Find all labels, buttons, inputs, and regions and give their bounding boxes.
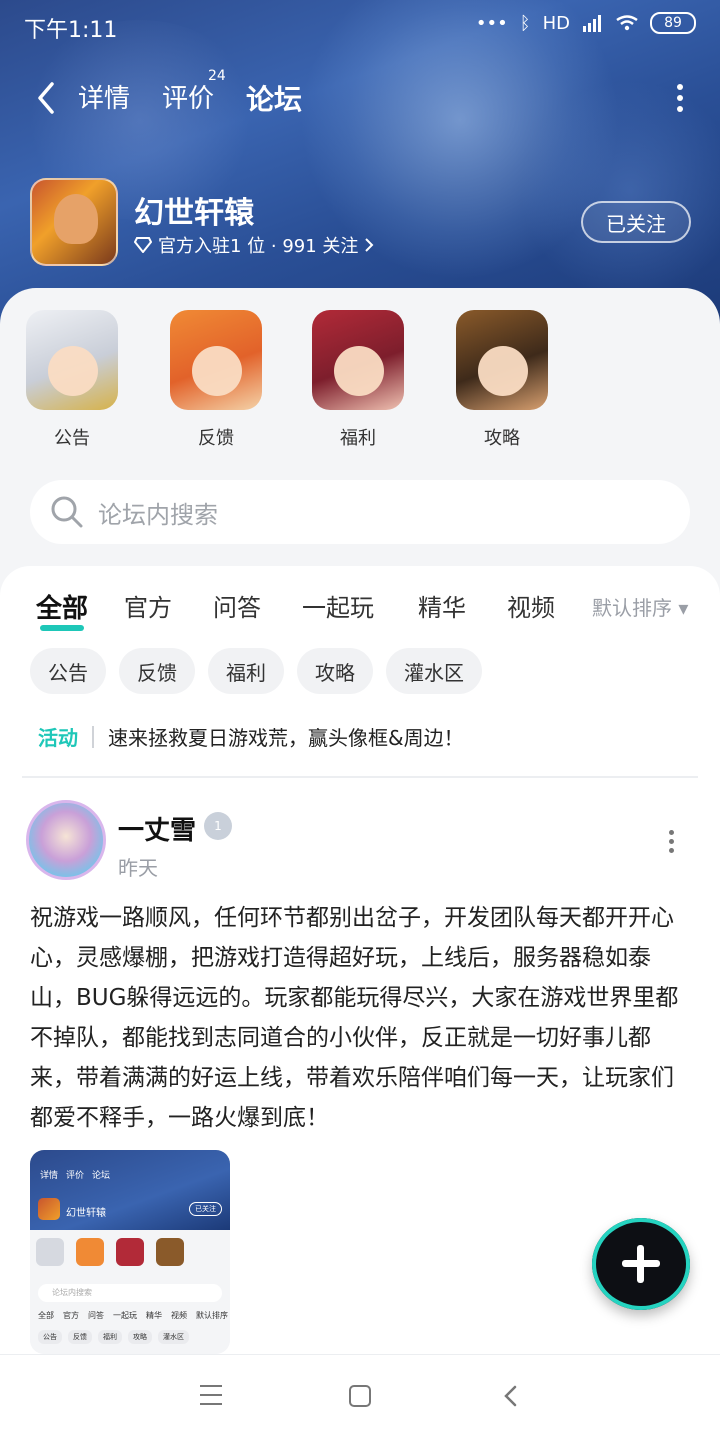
chip-chat[interactable]: 灌水区 xyxy=(386,648,482,694)
filter-tab-qa[interactable]: 问答 xyxy=(213,588,261,623)
system-nav-bar xyxy=(0,1354,720,1440)
thumb-tab: 默认排序 xyxy=(196,1311,228,1320)
sort-dropdown[interactable]: 默认排序 ▾ xyxy=(592,592,688,621)
thumb-chip: 灌水区 xyxy=(158,1330,189,1344)
status-time: 下午1:11 xyxy=(24,18,118,43)
quick-link-guide[interactable]: 攻略 xyxy=(452,310,552,450)
back-arrow-icon[interactable] xyxy=(32,78,60,118)
network-label: HD xyxy=(542,12,570,34)
menu-icon[interactable] xyxy=(200,1385,222,1405)
tab-reviews[interactable]: 评价 24 xyxy=(162,68,226,115)
thumb-tab: 官方 xyxy=(63,1311,79,1320)
filter-tab-all[interactable]: 全部 xyxy=(36,588,88,631)
tab-reviews-label: 评价 xyxy=(162,84,215,114)
level-badge-icon: 1 xyxy=(204,812,232,840)
filter-tabs: 全部 官方 问答 一起玩 精华 视频 默认排序 ▾ xyxy=(0,584,720,631)
quick-link-announcement[interactable]: 公告 xyxy=(22,310,122,450)
activity-text: 速来拯救夏日游戏荒，赢头像框&周边！ xyxy=(108,726,464,750)
signal-icon xyxy=(583,15,601,32)
thumb-tab: 全部 xyxy=(38,1311,54,1320)
feedback-avatar-image xyxy=(170,310,262,410)
quick-link-label: 反馈 xyxy=(198,428,234,449)
forum-search-input[interactable]: 论坛内搜索 xyxy=(30,480,690,544)
game-stats[interactable]: 官方入驻1 位 · 991 关注 xyxy=(134,232,374,258)
status-bar: 下午1:11 ••• ᛒ HD 89 xyxy=(0,0,720,52)
quick-link-label: 攻略 xyxy=(484,428,520,449)
author-name[interactable]: 一丈雪 xyxy=(118,810,196,847)
thumb-nav-item: 论坛 xyxy=(92,1171,111,1181)
thumb-tab: 问答 xyxy=(88,1311,104,1320)
tab-details[interactable]: 详情 xyxy=(78,78,130,115)
bluetooth-icon: ᛒ xyxy=(519,12,531,34)
thumb-search: 论坛内搜索 xyxy=(38,1284,222,1302)
thumb-nav-item: 评价 xyxy=(66,1171,85,1181)
quick-link-welfare[interactable]: 福利 xyxy=(308,310,408,450)
category-chips: 公告 反馈 福利 攻略 灌水区 xyxy=(30,648,482,694)
diamond-icon xyxy=(134,237,152,253)
wifi-icon xyxy=(616,15,638,31)
quick-link-feedback[interactable]: 反馈 xyxy=(166,310,266,450)
chip-announcement[interactable]: 公告 xyxy=(30,648,106,694)
thumb-tab: 一起玩 xyxy=(113,1311,137,1320)
chevron-right-icon xyxy=(365,238,374,252)
announcement-avatar-image xyxy=(26,310,118,410)
thumb-nav-item: 详情 xyxy=(40,1171,59,1181)
divider xyxy=(22,776,698,778)
thumb-tab: 精华 xyxy=(146,1311,162,1320)
game-stats-text: 官方入驻1 位 · 991 关注 xyxy=(158,236,359,257)
thumb-chip: 反馈 xyxy=(68,1330,92,1344)
system-back-icon[interactable] xyxy=(502,1385,520,1407)
filter-tab-play-together[interactable]: 一起玩 xyxy=(302,588,374,623)
reviews-count-badge: 24 xyxy=(208,68,226,84)
chip-guide[interactable]: 攻略 xyxy=(297,648,373,694)
post-more-icon[interactable] xyxy=(668,830,676,854)
thumb-tab: 视频 xyxy=(171,1311,187,1320)
thumb-chip: 公告 xyxy=(38,1330,62,1344)
search-icon xyxy=(51,496,83,528)
filter-tab-official[interactable]: 官方 xyxy=(124,588,172,623)
filter-tab-video[interactable]: 视频 xyxy=(507,588,555,623)
thumb-chip: 福利 xyxy=(98,1330,122,1344)
thumb-title: 幻世轩辕 xyxy=(66,1208,106,1219)
author-avatar[interactable] xyxy=(26,800,106,880)
follow-button[interactable]: 已关注 xyxy=(581,201,691,243)
thumb-chip: 攻略 xyxy=(128,1330,152,1344)
game-icon[interactable] xyxy=(30,178,118,266)
activity-banner[interactable]: 活动 速来拯救夏日游戏荒，赢头像框&周边！ xyxy=(38,722,464,751)
battery-indicator: 89 xyxy=(650,12,696,34)
top-nav: 详情 评价 24 论坛 xyxy=(0,68,720,126)
post-image[interactable]: 详情 评价 论坛 幻世轩辕 已关注 论坛内搜索 全部 官方 问答 一起玩 精华 … xyxy=(30,1150,230,1354)
chip-welfare[interactable]: 福利 xyxy=(208,648,284,694)
guide-avatar-image xyxy=(456,310,548,410)
quick-link-label: 福利 xyxy=(340,428,376,449)
home-icon[interactable] xyxy=(349,1385,371,1407)
welfare-avatar-image xyxy=(312,310,404,410)
activity-tag: 活动 xyxy=(38,726,78,750)
quick-link-label: 公告 xyxy=(54,428,90,449)
filter-tab-featured[interactable]: 精华 xyxy=(418,588,466,623)
tab-forum[interactable]: 论坛 xyxy=(246,78,302,120)
more-options-icon[interactable] xyxy=(676,84,684,112)
game-title: 幻世轩辕 xyxy=(134,196,254,231)
search-placeholder: 论坛内搜索 xyxy=(98,500,218,529)
chip-feedback[interactable]: 反馈 xyxy=(119,648,195,694)
thumb-follow: 已关注 xyxy=(189,1202,222,1216)
signal-dots-icon: ••• xyxy=(475,12,508,34)
post-time: 昨天 xyxy=(118,856,158,880)
post-content[interactable]: 祝游戏一路顺风，任何环节都别出岔子，开发团队每天都开开心心，灵感爆棚，把游戏打造… xyxy=(30,898,696,1138)
create-post-button[interactable] xyxy=(592,1218,690,1310)
